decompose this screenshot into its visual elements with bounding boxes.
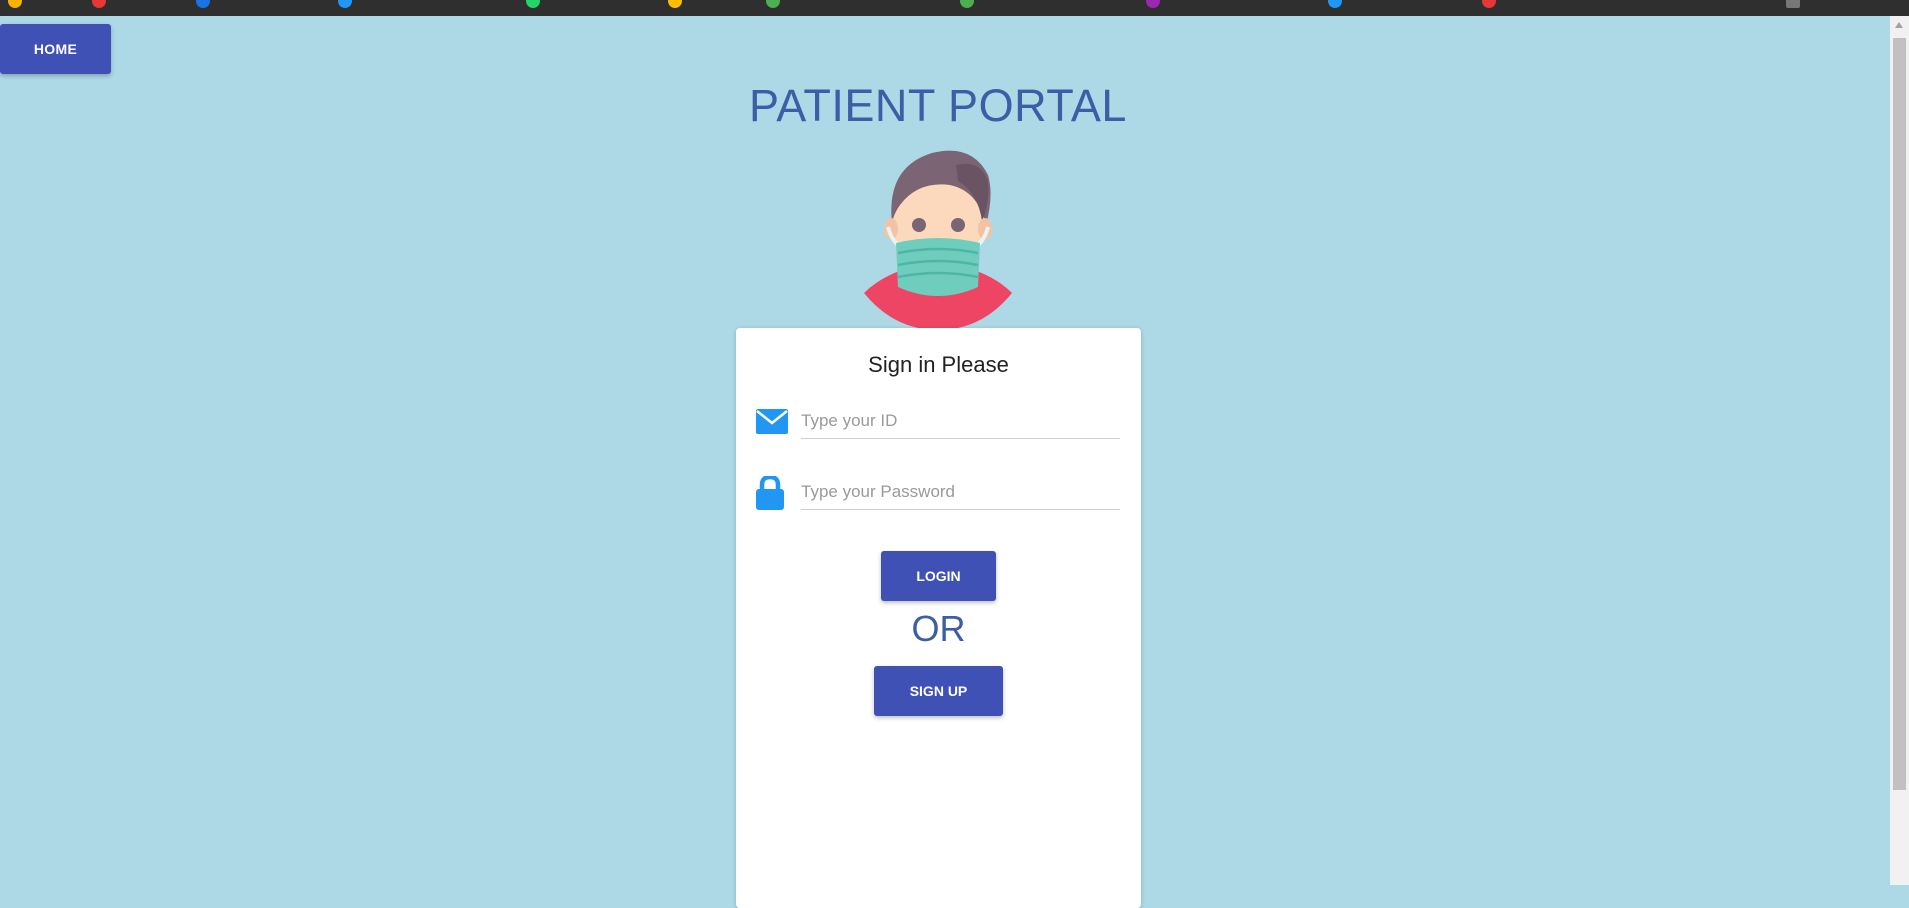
lock-icon (756, 476, 784, 510)
card-title: Sign in Please (868, 352, 1009, 377)
bookmark-icon[interactable] (526, 0, 540, 8)
bookmark-icon[interactable] (766, 0, 780, 8)
bookmark-icon[interactable] (1786, 0, 1800, 8)
bookmark-icon[interactable] (960, 0, 974, 8)
masked-patient-avatar-icon (864, 150, 1012, 330)
bookmark-icon[interactable] (338, 0, 352, 8)
bookmark-icon[interactable] (8, 0, 22, 8)
page-title: PATIENT PORTAL (749, 80, 1127, 131)
scrollbar-thumb[interactable] (1893, 38, 1906, 790)
bookmark-icon[interactable] (1482, 0, 1496, 8)
home-button[interactable]: HOME (0, 24, 111, 74)
login-card: Sign in Please LOGIN OR SIGN UP (736, 328, 1141, 908)
or-divider-text: OR (911, 608, 966, 649)
browser-bookmarks-bar (0, 0, 1909, 16)
scroll-up-arrow-icon[interactable] (1895, 22, 1903, 28)
id-input[interactable] (801, 404, 1120, 439)
bookmark-icon[interactable] (196, 0, 210, 8)
bookmark-icon[interactable] (668, 0, 682, 8)
bookmark-icon[interactable] (92, 0, 106, 8)
envelope-icon (756, 409, 788, 434)
signup-button[interactable]: SIGN UP (874, 666, 1003, 716)
login-button[interactable]: LOGIN (881, 551, 996, 601)
bookmark-icon[interactable] (1146, 0, 1160, 8)
bookmark-icon[interactable] (1328, 0, 1342, 8)
page-scrollbar[interactable] (1890, 16, 1909, 885)
password-input[interactable] (801, 475, 1120, 510)
